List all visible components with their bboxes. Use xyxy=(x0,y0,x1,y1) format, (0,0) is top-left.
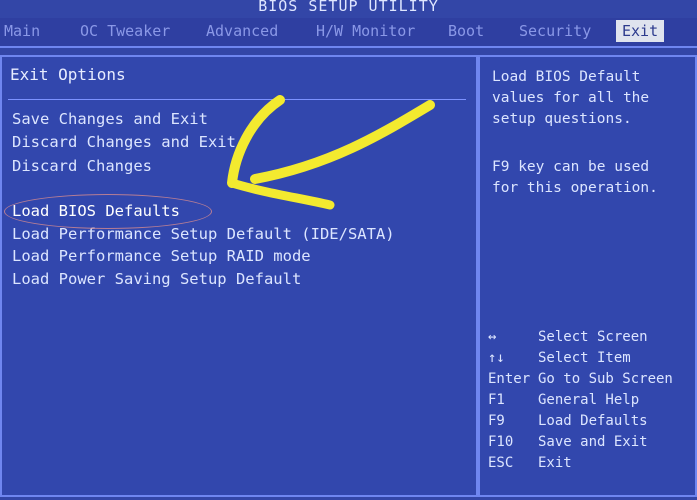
tab-oc-tweaker[interactable]: OC Tweaker xyxy=(80,20,170,42)
key-label: ↑↓ xyxy=(488,350,505,366)
key-row: F9 Load Defaults xyxy=(488,413,693,434)
help-description: Load BIOS Default values for all the set… xyxy=(492,69,650,127)
yellow-arrow-annotation xyxy=(227,95,435,210)
key-description: Save and Exit xyxy=(538,434,648,450)
tab-hw-monitor[interactable]: H/W Monitor xyxy=(316,20,415,42)
menu-bar: Main OC Tweaker Advanced H/W Monitor Boo… xyxy=(0,18,697,48)
key-row: ↑↓ Select Item xyxy=(488,350,693,371)
help-shortcut-note: F9 key can be used for this operation. xyxy=(492,159,658,196)
key-description: Go to Sub Screen xyxy=(538,371,673,387)
key-label: F1 xyxy=(488,392,505,408)
bios-title: BIOS SETUP UTILITY xyxy=(258,0,439,15)
tab-security[interactable]: Security xyxy=(519,20,591,42)
key-description: Select Screen xyxy=(538,329,648,345)
key-row: F1 General Help xyxy=(488,392,693,413)
tab-main[interactable]: Main xyxy=(4,20,40,42)
tab-advanced[interactable]: Advanced xyxy=(206,20,278,42)
help-panel: Load BIOS Default values for all the set… xyxy=(478,55,697,497)
key-row: ESC Exit xyxy=(488,455,693,476)
key-row: ↔ Select Screen xyxy=(488,329,693,350)
key-row: Enter Go to Sub Screen xyxy=(488,371,693,392)
key-description: Select Item xyxy=(538,350,631,366)
bios-screen: BIOS SETUP UTILITY Main OC Tweaker Advan… xyxy=(0,0,697,500)
option-discard-changes[interactable]: Discard Changes xyxy=(12,157,152,175)
key-label: F10 xyxy=(488,434,514,450)
option-save-changes-and-exit[interactable]: Save Changes and Exit xyxy=(12,110,208,128)
key-row: F10 Save and Exit xyxy=(488,434,693,455)
tab-boot[interactable]: Boot xyxy=(448,20,484,42)
key-description: Exit xyxy=(538,455,572,471)
key-label: Enter xyxy=(488,371,531,387)
tab-exit[interactable]: Exit xyxy=(616,20,665,42)
key-label: ↔ xyxy=(488,329,497,345)
option-load-power-saving[interactable]: Load Power Saving Setup Default xyxy=(12,270,301,288)
key-description: General Help xyxy=(538,392,640,408)
red-ellipse-annotation xyxy=(4,194,212,229)
option-load-performance-raid[interactable]: Load Performance Setup RAID mode xyxy=(12,247,311,265)
option-discard-changes-and-exit[interactable]: Discard Changes and Exit xyxy=(12,133,236,151)
key-description: Load Defaults xyxy=(538,413,648,429)
key-label: F9 xyxy=(488,413,505,429)
key-label: ESC xyxy=(488,455,514,471)
key-legend: ↔ Select Screen ↑↓ Select Item Enter Go … xyxy=(488,329,693,476)
section-title: Exit Options xyxy=(10,65,126,84)
